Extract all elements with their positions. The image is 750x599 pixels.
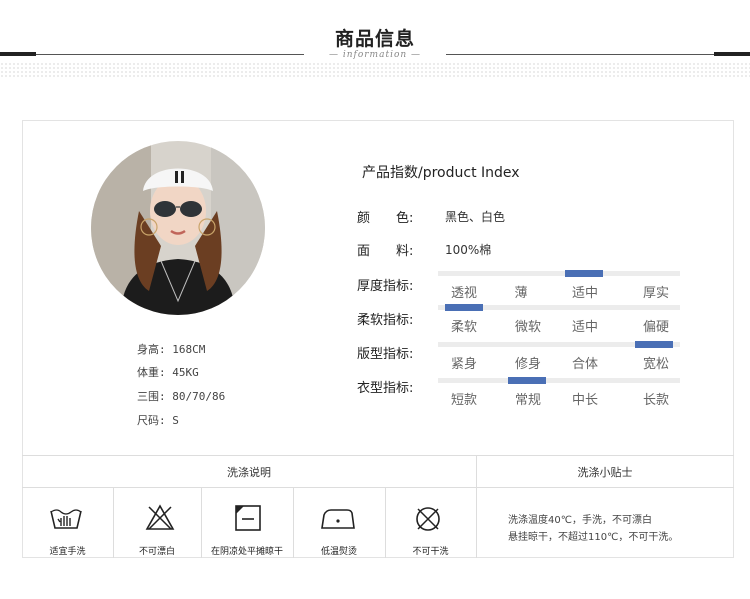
dotted-divider (0, 62, 750, 78)
indicator-label: 厚度指标: (357, 279, 414, 294)
model-photo (91, 141, 265, 315)
shade-dry-icon (234, 504, 262, 532)
indicator-label: 柔软指标: (357, 313, 414, 328)
indicator-marker (508, 377, 546, 384)
color-value: 黑色、白色 (445, 210, 506, 224)
wash-tips-title: 洗涤小贴士 (577, 466, 633, 479)
indicator-option: 长款 (642, 393, 669, 408)
wash-label-no-dry-clean: 不可干洗 (412, 547, 449, 557)
model-measurements: 三围: 80/70/86 (137, 390, 226, 403)
material-label: 面 料: (357, 244, 414, 259)
indicator-option: 修身 (514, 357, 541, 372)
material-value: 100%棉 (445, 243, 492, 257)
indicator-marker (445, 304, 483, 311)
indicator-track (438, 270, 680, 277)
indicator-track (438, 377, 680, 384)
indicator-option: 薄 (514, 286, 528, 301)
indicator-option: 中长 (571, 393, 598, 408)
indicator-option: 厚实 (642, 286, 669, 301)
indicator-option: 短款 (450, 393, 477, 408)
wash-label-hand-wash: 适宜手洗 (49, 547, 86, 557)
indicator-option: 偏硬 (642, 320, 669, 335)
indicator-marker (635, 341, 673, 348)
indicator-track (438, 341, 680, 348)
indicator-option: 适中 (571, 320, 598, 335)
page-subtitle: — information — (328, 50, 422, 60)
low-iron-icon (319, 507, 357, 531)
model-weight: 体重: 45KG (137, 366, 199, 379)
no-bleach-icon (145, 503, 175, 531)
wash-tip-line: 洗涤温度40℃，手洗，不可漂白 (508, 515, 652, 526)
model-size: 尺码: S (137, 414, 179, 427)
color-label: 颜 色: (357, 211, 414, 226)
indicator-option: 适中 (571, 286, 598, 301)
indicator-label: 衣型指标: (357, 381, 414, 396)
indicator-option: 合体 (571, 357, 598, 372)
no-dry-clean-icon (414, 505, 442, 533)
wash-tip-line: 悬挂晾干，不超过110℃，不可干洗。 (508, 532, 679, 543)
indicator-option: 柔软 (450, 320, 477, 335)
page-title: 商品信息 (334, 28, 415, 50)
wash-label-shade-dry: 在阴凉处平摊晾干 (210, 547, 283, 557)
indicator-marker (565, 270, 603, 277)
hand-wash-icon (49, 505, 83, 531)
wash-title: 洗涤说明 (227, 466, 271, 479)
indicator-option: 透视 (450, 286, 477, 301)
indicator-option: 紧身 (450, 357, 477, 372)
indicator-option: 微软 (514, 320, 541, 335)
wash-label-no-bleach: 不可漂白 (138, 547, 175, 557)
wash-section-top-divider (22, 455, 734, 456)
indicator-track (438, 304, 680, 311)
wash-label-low-iron: 低温熨烫 (320, 547, 357, 557)
indicator-option: 宽松 (642, 357, 669, 372)
model-height: 身高: 168CM (137, 343, 206, 356)
indicator-label: 版型指标: (357, 347, 414, 362)
indicator-option: 常规 (514, 393, 541, 408)
wash-header-divider (22, 487, 734, 488)
product-index-title: 产品指数/product Index (362, 165, 520, 181)
